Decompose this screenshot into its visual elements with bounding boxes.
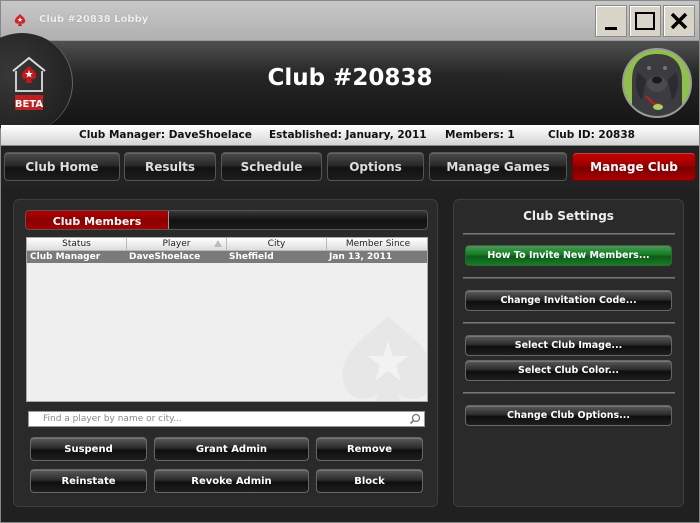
tab-manage-games[interactable]: Manage Games	[429, 152, 567, 181]
members-tab-bar: Club Members	[25, 210, 428, 230]
close-icon	[670, 12, 688, 30]
remove-button[interactable]: Remove	[316, 437, 423, 461]
divider	[463, 233, 675, 235]
club-info-bar: Club Manager: DaveShoelace Established: …	[1, 125, 699, 146]
maximize-icon	[635, 12, 655, 30]
change-invitation-code-button[interactable]: Change Invitation Code...	[465, 290, 672, 311]
reinstate-button[interactable]: Reinstate	[30, 469, 147, 493]
tab-options[interactable]: Options	[327, 152, 424, 181]
divider	[463, 392, 675, 394]
spade-watermark-icon	[342, 316, 427, 401]
club-title: Club #20838	[267, 65, 433, 91]
club-lobby-window: Club #20838 Lobby BETA Club #20838 Club …	[0, 0, 700, 523]
select-club-image-button[interactable]: Select Club Image...	[465, 335, 672, 356]
main-nav: Club Home Results Schedule Options Manag…	[1, 147, 699, 187]
player-search	[28, 411, 425, 427]
column-player-label: Player	[162, 239, 191, 249]
tab-club-members[interactable]: Club Members	[26, 211, 169, 229]
search-icon[interactable]	[409, 413, 421, 425]
maximize-button[interactable]	[629, 5, 661, 37]
change-club-options-button[interactable]: Change Club Options...	[465, 405, 672, 426]
column-player[interactable]: Player	[127, 238, 227, 251]
table-row[interactable]: Club Manager DaveShoelace Sheffield Jan …	[27, 251, 427, 263]
members-count-label: Members: 1	[445, 129, 515, 141]
column-member-since[interactable]: Member Since	[327, 238, 427, 251]
player-search-input[interactable]	[29, 412, 399, 426]
minimize-button[interactable]	[595, 5, 627, 37]
club-header: BETA Club #20838	[0, 33, 699, 133]
pokerstars-spade-icon	[14, 14, 26, 26]
tab-manage-club[interactable]: Manage Club	[572, 152, 696, 181]
window-title: Club #20838 Lobby	[39, 14, 149, 25]
club-settings-title: Club Settings	[523, 209, 614, 223]
select-club-color-button[interactable]: Select Club Color...	[465, 360, 672, 381]
cell-player: DaveShoelace	[129, 252, 201, 262]
revoke-admin-button[interactable]: Revoke Admin	[154, 469, 309, 493]
close-button[interactable]	[663, 5, 695, 37]
tab-schedule[interactable]: Schedule	[221, 152, 322, 181]
club-id-label: Club ID: 20838	[548, 129, 635, 141]
beta-badge: BETA	[15, 99, 43, 110]
column-status[interactable]: Status	[27, 238, 127, 251]
established-label: Established: January, 2011	[269, 129, 427, 141]
suspend-button[interactable]: Suspend	[30, 437, 147, 461]
title-bar: Club #20838 Lobby	[1, 1, 699, 41]
cell-city: Sheffield	[229, 252, 274, 262]
club-manager-label: Club Manager: DaveShoelace	[79, 129, 252, 141]
cell-member-since: Jan 13, 2011	[329, 252, 393, 262]
divider	[463, 277, 675, 279]
cell-status: Club Manager	[30, 252, 101, 262]
divider	[463, 322, 675, 324]
how-to-invite-button[interactable]: How To Invite New Members...	[465, 245, 672, 266]
tab-results[interactable]: Results	[124, 152, 216, 181]
grant-admin-button[interactable]: Grant Admin	[154, 437, 309, 461]
dog-avatar-icon	[624, 50, 690, 116]
table-header: Status Player City Member Since	[27, 238, 427, 251]
block-button[interactable]: Block	[316, 469, 423, 493]
column-city[interactable]: City	[227, 238, 327, 251]
tab-club-home[interactable]: Club Home	[4, 152, 120, 181]
minimize-icon	[605, 26, 617, 30]
sort-ascending-icon	[214, 240, 222, 247]
members-table: Status Player City Member Since Club Man…	[26, 237, 428, 402]
club-avatar[interactable]	[622, 48, 692, 118]
